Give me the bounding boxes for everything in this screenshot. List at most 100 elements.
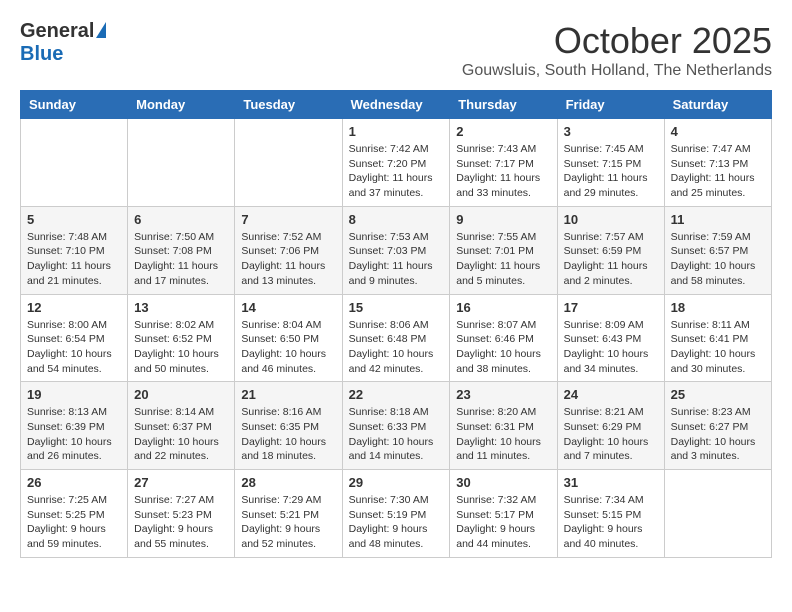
day-info: Sunrise: 8:00 AM Sunset: 6:54 PM Dayligh… xyxy=(27,318,121,377)
weekday-header-row: SundayMondayTuesdayWednesdayThursdayFrid… xyxy=(21,91,772,119)
weekday-header-saturday: Saturday xyxy=(664,91,771,119)
calendar-cell: 14 Sunrise: 8:04 AM Sunset: 6:50 PM Dayli… xyxy=(235,294,342,382)
day-info: Sunrise: 8:14 AM Sunset: 6:37 PM Dayligh… xyxy=(134,405,228,464)
logo-general-text: General xyxy=(20,20,94,43)
day-number: 24 xyxy=(564,387,658,402)
day-info: Sunrise: 7:48 AM Sunset: 7:10 PM Dayligh… xyxy=(27,230,121,289)
calendar-table: SundayMondayTuesdayWednesdayThursdayFrid… xyxy=(20,90,772,558)
day-number: 7 xyxy=(241,212,335,227)
calendar-cell: 31Sunrise: 7:34 AM Sunset: 5:15 PM Dayli… xyxy=(557,470,664,558)
day-info: Sunrise: 7:42 AM Sunset: 7:20 PM Dayligh… xyxy=(349,142,444,201)
day-info: Sunrise: 8:04 AM Sunset: 6:50 PM Dayligh… xyxy=(241,318,335,377)
week-row-3: 12 Sunrise: 8:00 AM Sunset: 6:54 PM Dayli… xyxy=(21,294,772,382)
calendar-cell: 8 Sunrise: 7:53 AM Sunset: 7:03 PM Daylig… xyxy=(342,206,450,294)
calendar-cell: 7 Sunrise: 7:52 AM Sunset: 7:06 PM Daylig… xyxy=(235,206,342,294)
day-info: Sunrise: 7:53 AM Sunset: 7:03 PM Dayligh… xyxy=(349,230,444,289)
day-info: Sunrise: 7:45 AM Sunset: 7:15 PM Dayligh… xyxy=(564,142,658,201)
calendar-cell: 23 Sunrise: 8:20 AM Sunset: 6:31 PM Dayli… xyxy=(450,382,557,470)
day-number: 18 xyxy=(671,300,765,315)
calendar-cell: 12 Sunrise: 8:00 AM Sunset: 6:54 PM Dayli… xyxy=(21,294,128,382)
page-header: General Blue October 2025 Gouwsluis, Sou… xyxy=(20,20,772,80)
day-number: 17 xyxy=(564,300,658,315)
weekday-header-sunday: Sunday xyxy=(21,91,128,119)
logo-blue-text: Blue xyxy=(20,43,63,66)
calendar-cell: 10 Sunrise: 7:57 AM Sunset: 6:59 PM Dayli… xyxy=(557,206,664,294)
day-number: 5 xyxy=(27,212,121,227)
day-number: 10 xyxy=(564,212,658,227)
calendar-cell: 6 Sunrise: 7:50 AM Sunset: 7:08 PM Daylig… xyxy=(128,206,235,294)
day-number: 15 xyxy=(349,300,444,315)
title-block: October 2025 Gouwsluis, South Holland, T… xyxy=(462,20,772,80)
calendar-cell: 21Sunrise: 8:16 AM Sunset: 6:35 PM Dayli… xyxy=(235,382,342,470)
day-info: Sunrise: 7:25 AM Sunset: 5:25 PM Dayligh… xyxy=(27,493,121,552)
day-number: 23 xyxy=(456,387,550,402)
calendar-cell: 25Sunrise: 8:23 AM Sunset: 6:27 PM Dayli… xyxy=(664,382,771,470)
week-row-5: 26 Sunrise: 7:25 AM Sunset: 5:25 PM Dayli… xyxy=(21,470,772,558)
day-info: Sunrise: 7:27 AM Sunset: 5:23 PM Dayligh… xyxy=(134,493,228,552)
day-number: 22 xyxy=(349,387,444,402)
day-number: 14 xyxy=(241,300,335,315)
day-info: Sunrise: 8:16 AM Sunset: 6:35 PM Dayligh… xyxy=(241,405,335,464)
day-info: Sunrise: 7:29 AM Sunset: 5:21 PM Dayligh… xyxy=(241,493,335,552)
weekday-header-monday: Monday xyxy=(128,91,235,119)
calendar-cell: 15Sunrise: 8:06 AM Sunset: 6:48 PM Dayli… xyxy=(342,294,450,382)
calendar-cell xyxy=(21,119,128,207)
calendar-cell: 28 Sunrise: 7:29 AM Sunset: 5:21 PM Dayli… xyxy=(235,470,342,558)
calendar-cell: 9 Sunrise: 7:55 AM Sunset: 7:01 PM Daylig… xyxy=(450,206,557,294)
day-info: Sunrise: 8:02 AM Sunset: 6:52 PM Dayligh… xyxy=(134,318,228,377)
day-number: 1 xyxy=(349,124,444,139)
day-info: Sunrise: 7:57 AM Sunset: 6:59 PM Dayligh… xyxy=(564,230,658,289)
day-info: Sunrise: 8:07 AM Sunset: 6:46 PM Dayligh… xyxy=(456,318,550,377)
day-number: 29 xyxy=(349,475,444,490)
calendar-cell: 19Sunrise: 8:13 AM Sunset: 6:39 PM Dayli… xyxy=(21,382,128,470)
calendar-cell xyxy=(664,470,771,558)
calendar-cell: 20 Sunrise: 8:14 AM Sunset: 6:37 PM Dayli… xyxy=(128,382,235,470)
day-number: 26 xyxy=(27,475,121,490)
day-number: 28 xyxy=(241,475,335,490)
day-number: 11 xyxy=(671,212,765,227)
weekday-header-thursday: Thursday xyxy=(450,91,557,119)
calendar-cell: 30 Sunrise: 7:32 AM Sunset: 5:17 PM Dayli… xyxy=(450,470,557,558)
day-info: Sunrise: 7:50 AM Sunset: 7:08 PM Dayligh… xyxy=(134,230,228,289)
day-info: Sunrise: 7:30 AM Sunset: 5:19 PM Dayligh… xyxy=(349,493,444,552)
calendar-cell: 16 Sunrise: 8:07 AM Sunset: 6:46 PM Dayli… xyxy=(450,294,557,382)
weekday-header-friday: Friday xyxy=(557,91,664,119)
day-info: Sunrise: 7:59 AM Sunset: 6:57 PM Dayligh… xyxy=(671,230,765,289)
calendar-cell: 11 Sunrise: 7:59 AM Sunset: 6:57 PM Dayli… xyxy=(664,206,771,294)
calendar-cell: 27 Sunrise: 7:27 AM Sunset: 5:23 PM Dayli… xyxy=(128,470,235,558)
calendar-cell: 1 Sunrise: 7:42 AM Sunset: 7:20 PM Daylig… xyxy=(342,119,450,207)
weekday-header-tuesday: Tuesday xyxy=(235,91,342,119)
day-info: Sunrise: 8:18 AM Sunset: 6:33 PM Dayligh… xyxy=(349,405,444,464)
calendar-cell: 24 Sunrise: 8:21 AM Sunset: 6:29 PM Dayli… xyxy=(557,382,664,470)
day-number: 13 xyxy=(134,300,228,315)
day-number: 19 xyxy=(27,387,121,402)
day-number: 25 xyxy=(671,387,765,402)
calendar-cell xyxy=(235,119,342,207)
day-info: Sunrise: 7:55 AM Sunset: 7:01 PM Dayligh… xyxy=(456,230,550,289)
day-number: 4 xyxy=(671,124,765,139)
day-number: 6 xyxy=(134,212,228,227)
day-number: 16 xyxy=(456,300,550,315)
calendar-cell: 13 Sunrise: 8:02 AM Sunset: 6:52 PM Dayli… xyxy=(128,294,235,382)
day-number: 20 xyxy=(134,387,228,402)
day-number: 3 xyxy=(564,124,658,139)
day-info: Sunrise: 7:43 AM Sunset: 7:17 PM Dayligh… xyxy=(456,142,550,201)
day-info: Sunrise: 8:21 AM Sunset: 6:29 PM Dayligh… xyxy=(564,405,658,464)
day-number: 30 xyxy=(456,475,550,490)
day-number: 9 xyxy=(456,212,550,227)
day-info: Sunrise: 7:32 AM Sunset: 5:17 PM Dayligh… xyxy=(456,493,550,552)
week-row-1: 1 Sunrise: 7:42 AM Sunset: 7:20 PM Daylig… xyxy=(21,119,772,207)
calendar-cell: 29 Sunrise: 7:30 AM Sunset: 5:19 PM Dayli… xyxy=(342,470,450,558)
day-number: 8 xyxy=(349,212,444,227)
month-title: October 2025 xyxy=(462,20,772,62)
day-number: 2 xyxy=(456,124,550,139)
calendar-cell: 2 Sunrise: 7:43 AM Sunset: 7:17 PM Daylig… xyxy=(450,119,557,207)
day-info: Sunrise: 7:52 AM Sunset: 7:06 PM Dayligh… xyxy=(241,230,335,289)
calendar-cell xyxy=(128,119,235,207)
day-number: 31 xyxy=(564,475,658,490)
day-info: Sunrise: 8:20 AM Sunset: 6:31 PM Dayligh… xyxy=(456,405,550,464)
day-number: 27 xyxy=(134,475,228,490)
day-number: 12 xyxy=(27,300,121,315)
week-row-4: 19Sunrise: 8:13 AM Sunset: 6:39 PM Dayli… xyxy=(21,382,772,470)
calendar-cell: 22 Sunrise: 8:18 AM Sunset: 6:33 PM Dayli… xyxy=(342,382,450,470)
